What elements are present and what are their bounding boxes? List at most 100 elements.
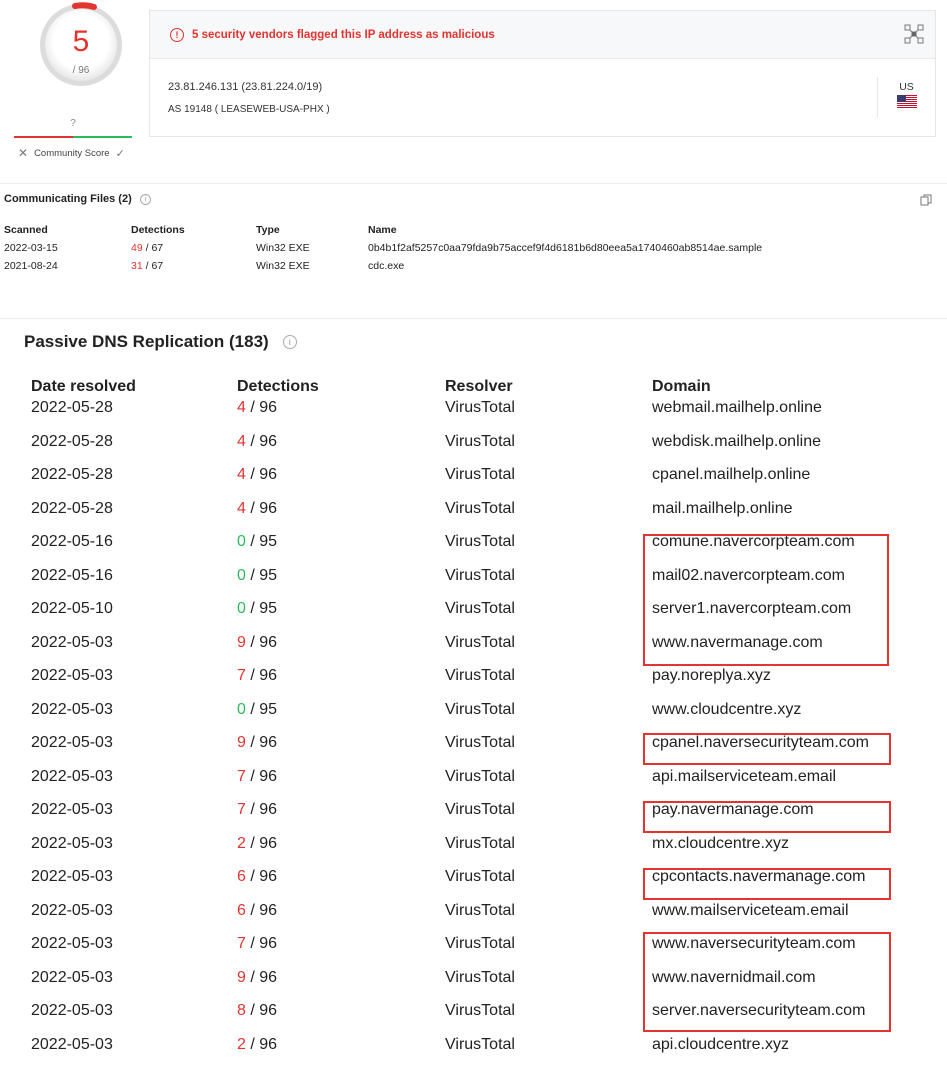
domain-link[interactable]: www.cloudcentre.xyz — [652, 701, 801, 719]
table-row[interactable]: 2022-05-03 9 / 96 VirusTotal www.navernidma… — [31, 969, 911, 1003]
detection-ratio: 49 / 67 — [131, 242, 163, 254]
detection-total: / 96 — [245, 801, 278, 818]
detection-hits: 0 — [237, 600, 246, 617]
detection-ratio: 7 / 96 — [237, 935, 277, 953]
table-row[interactable]: 2022-05-28 4 / 96 VirusTotal cpanel.mailhel… — [31, 466, 911, 500]
detection-total: / 96 — [245, 1035, 278, 1053]
resolver-name: VirusTotal — [445, 935, 515, 952]
table-row[interactable]: 2022-05-03 8 / 96 VirusTotal server.naverse… — [31, 1002, 911, 1036]
resolver-name: VirusTotal — [445, 667, 515, 684]
community-score-label: Community Score — [34, 147, 110, 159]
domain-link[interactable]: www.navermanage.com — [652, 634, 823, 652]
detection-total: / 96 — [245, 767, 278, 785]
domain-link[interactable]: cpanel.naversecurityteam.com — [652, 734, 869, 752]
graph-view-icon[interactable] — [903, 23, 925, 45]
table-row[interactable]: 2022-05-28 4 / 96 VirusTotal webdisk.mailhe… — [31, 433, 911, 467]
detection-total: / 96 — [245, 399, 278, 416]
detection-hits: 7 — [237, 667, 246, 684]
file-type: Win32 EXE — [256, 260, 310, 272]
detection-hits: 8 — [237, 1002, 246, 1019]
column-header-resolver: Resolver — [445, 378, 513, 395]
detection-hits: 0 — [237, 566, 246, 584]
domain-link[interactable]: server.naversecurityteam.com — [652, 1002, 865, 1020]
table-row[interactable]: 2022-05-10 0 / 95 VirusTotal server1.naverc… — [31, 600, 911, 634]
detection-total: / 95 — [245, 566, 278, 584]
table-row[interactable]: 2021-08-24 31 / 67 Win32 EXE cdc.exe — [4, 260, 904, 278]
domain-link[interactable]: mx.cloudcentre.xyz — [652, 835, 789, 853]
table-row[interactable]: 2022-05-03 0 / 95 VirusTotal www.cloudcentr… — [31, 701, 911, 735]
domain-link[interactable]: mail02.navercorpteam.com — [652, 567, 845, 585]
domain-link[interactable]: pay.navermanage.com — [652, 801, 814, 819]
table-row[interactable]: 2022-05-03 9 / 96 VirusTotal cpanel.naverse… — [31, 734, 911, 768]
table-row[interactable]: 2022-05-03 9 / 96 VirusTotal www.navermanag… — [31, 634, 911, 668]
detection-total: / 96 — [245, 499, 278, 517]
copy-icon[interactable] — [920, 194, 932, 206]
table-row[interactable]: 2022-05-03 6 / 96 VirusTotal cpcontacts.nav… — [31, 868, 911, 902]
detection-total: / 96 — [245, 466, 278, 483]
country-badge: US — [877, 77, 935, 117]
detection-total: / 96 — [245, 734, 278, 751]
domain-link[interactable]: webdisk.mailhelp.online — [652, 433, 821, 451]
domain-link[interactable]: webmail.mailhelp.online — [652, 399, 822, 417]
communicating-files-table: Scanned Detections Type Name 2022-03-15 … — [4, 224, 904, 278]
vote-harmless-icon[interactable]: ✓ — [116, 147, 125, 160]
resolver-name: VirusTotal — [445, 432, 515, 450]
table-row[interactable]: 2022-05-03 7 / 96 VirusTotal pay.noreplya.x… — [31, 667, 911, 701]
file-name-link[interactable]: cdc.exe — [368, 260, 404, 272]
table-row[interactable]: 2022-05-03 6 / 96 VirusTotal www.mailservic… — [31, 902, 911, 936]
malicious-alert-banner: ! 5 security vendors flagged this IP add… — [150, 11, 935, 59]
ip-summary-card: ! 5 security vendors flagged this IP add… — [149, 10, 936, 137]
detection-hits: 2 — [237, 834, 246, 852]
detection-total: / 96 — [245, 901, 278, 919]
table-row[interactable]: 2022-05-16 0 / 95 VirusTotal mail02.naverco… — [31, 567, 911, 601]
info-icon[interactable]: i — [282, 335, 297, 349]
resolved-date: 2022-05-28 — [31, 466, 113, 483]
table-row[interactable]: 2022-05-16 0 / 95 VirusTotal comune.naverco… — [31, 533, 911, 567]
detection-total: / 95 — [245, 700, 278, 718]
resolver-name: VirusTotal — [445, 767, 515, 785]
vote-malicious-icon[interactable]: ✕ — [18, 146, 28, 160]
file-name-link[interactable]: 0b4b1f2af5257c0aa79fda9b75accef9f4d6181b… — [368, 242, 762, 254]
resolved-date: 2022-05-03 — [31, 700, 113, 718]
detection-ratio: 6 / 96 — [237, 868, 277, 886]
detection-total: / 96 — [245, 633, 278, 651]
domain-link[interactable]: pay.noreplya.xyz — [652, 667, 771, 685]
detection-total: / 96 — [245, 667, 278, 684]
domain-link[interactable]: mail.mailhelp.online — [652, 500, 793, 518]
info-icon[interactable]: i — [139, 193, 151, 205]
domain-link[interactable]: www.naversecurityteam.com — [652, 935, 856, 953]
detection-hits: 49 — [131, 242, 143, 254]
domain-link[interactable]: api.cloudcentre.xyz — [652, 1036, 789, 1054]
resolved-date: 2022-05-28 — [31, 432, 113, 450]
detection-ratio: 4 / 96 — [237, 500, 277, 518]
table-row[interactable]: 2022-05-03 7 / 96 VirusTotal pay.navermanag… — [31, 801, 911, 835]
table-row[interactable]: 2022-05-03 7 / 96 VirusTotal www.naversecur… — [31, 935, 911, 969]
table-row[interactable]: 2022-05-28 4 / 96 VirusTotal webmail.mailhe… — [31, 399, 911, 433]
resolved-date: 2022-05-03 — [31, 901, 113, 919]
detection-total: / 95 — [245, 533, 278, 550]
domain-link[interactable]: cpcontacts.navermanage.com — [652, 868, 865, 886]
resolver-name: VirusTotal — [445, 968, 515, 986]
detection-total: / 67 — [142, 260, 164, 272]
table-row[interactable]: 2022-05-28 4 / 96 VirusTotal mail.mailhelp.… — [31, 500, 911, 534]
detection-ratio: 7 / 96 — [237, 801, 277, 819]
resolver-name: VirusTotal — [445, 901, 515, 919]
detection-ratio: 2 / 96 — [237, 835, 277, 853]
domain-link[interactable]: cpanel.mailhelp.online — [652, 466, 810, 484]
domain-link[interactable]: www.navernidmail.com — [652, 969, 816, 987]
ip-address: 23.81.246.131 (23.81.224.0/19) — [168, 81, 323, 93]
domain-link[interactable]: www.mailserviceteam.email — [652, 902, 849, 920]
table-row[interactable]: 2022-05-03 2 / 96 VirusTotal mx.cloudcentre… — [31, 835, 911, 869]
domain-link[interactable]: comune.navercorpteam.com — [652, 533, 855, 551]
domain-link[interactable]: server1.navercorpteam.com — [652, 600, 851, 618]
table-row[interactable]: 2022-03-15 49 / 67 Win32 EXE 0b4b1f2af52… — [4, 242, 904, 260]
community-score-row: ✕ Community Score ✓ — [18, 146, 136, 160]
table-row[interactable]: 2022-05-03 7 / 96 VirusTotal api.mailservic… — [31, 768, 911, 802]
resolved-date: 2022-05-03 — [31, 767, 113, 785]
table-row[interactable]: 2022-05-03 2 / 96 VirusTotal api.cloudcentr… — [31, 1036, 911, 1070]
passive-dns-header: Passive DNS Replication (183) i — [24, 332, 297, 352]
domain-link[interactable]: api.mailserviceteam.email — [652, 768, 836, 786]
column-header-detections: Detections — [237, 378, 319, 395]
resolved-date: 2022-05-03 — [31, 667, 113, 684]
detection-hits: 4 — [237, 432, 246, 450]
